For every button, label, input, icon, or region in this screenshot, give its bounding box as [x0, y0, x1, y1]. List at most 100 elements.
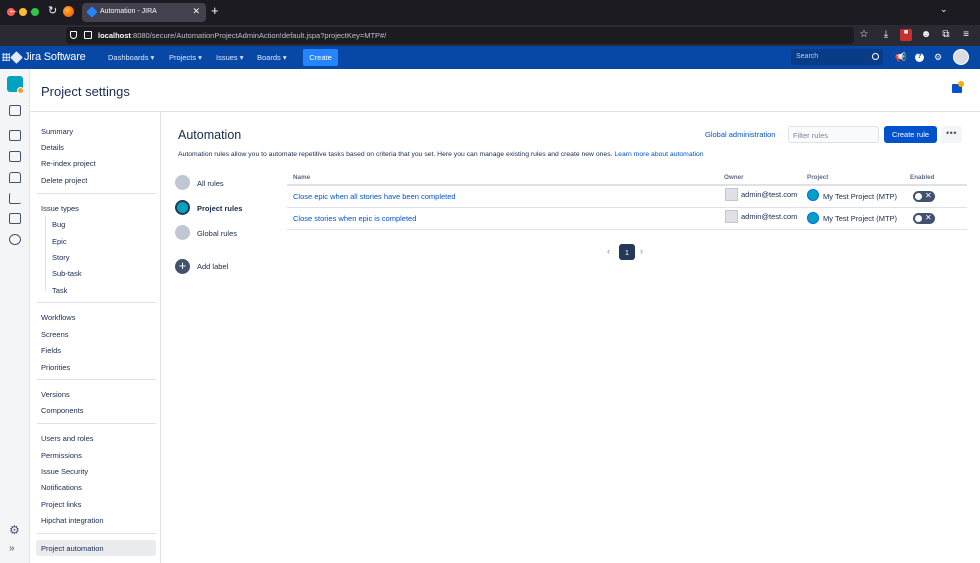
sidebar-divider: [37, 533, 156, 534]
menu-dashboards[interactable]: Dashboards ▾: [108, 53, 154, 62]
minimize-window-button[interactable]: [19, 8, 27, 16]
pagination-prev-icon[interactable]: ‹: [607, 246, 610, 256]
jira-logo-icon[interactable]: [10, 51, 23, 64]
sidebar-item-reindex[interactable]: Re-index project: [41, 159, 96, 168]
firefox-icon[interactable]: [63, 6, 74, 17]
user-avatar[interactable]: [953, 49, 969, 65]
sidebar-item-issue-security[interactable]: Issue Security: [41, 467, 88, 476]
settings-gear-icon[interactable]: ⚙: [934, 52, 942, 63]
app-switcher-icon[interactable]: [2, 53, 10, 61]
tracking-shield-icon[interactable]: [70, 31, 77, 39]
column-header-owner[interactable]: Owner: [724, 174, 744, 181]
sidebar-item-story[interactable]: Story: [52, 253, 70, 262]
category-global-rules[interactable]: Global rules: [197, 229, 237, 238]
automation-title: Automation: [178, 128, 242, 142]
url-bar[interactable]: localhost:8080/secure/AutomationProjectA…: [66, 27, 854, 44]
menu-boards[interactable]: Boards ▾: [257, 53, 287, 62]
rule-enabled-toggle[interactable]: ✕: [913, 191, 935, 202]
create-rule-button[interactable]: Create rule: [884, 126, 937, 143]
sidebar-item-hipchat[interactable]: Hipchat integration: [41, 516, 104, 525]
sidebar-item-project-automation[interactable]: Project automation: [41, 544, 104, 553]
search-icon[interactable]: [872, 53, 879, 60]
pagination-page-current[interactable]: 1: [619, 244, 635, 260]
menu-projects[interactable]: Projects ▾: [169, 53, 202, 62]
sidebar-item-delete-project[interactable]: Delete project: [41, 176, 87, 185]
tab-list-chevron-icon[interactable]: ⌄: [940, 4, 948, 15]
toggle-off-icon: ✕: [925, 191, 932, 200]
jira-favicon-icon: [86, 6, 98, 18]
all-rules-icon: [175, 175, 190, 190]
learn-more-link[interactable]: Learn more about automation: [614, 151, 703, 158]
rule-name-link[interactable]: Close epic when all stories have been co…: [293, 192, 456, 201]
sidebar-item-priorities[interactable]: Priorities: [41, 363, 70, 372]
project-avatar-small: [807, 212, 819, 224]
jira-brand[interactable]: Jira Software: [24, 51, 86, 63]
rule-enabled-toggle[interactable]: ✕: [913, 213, 935, 224]
column-header-project[interactable]: Project: [807, 174, 828, 181]
column-header-enabled[interactable]: Enabled: [910, 174, 935, 181]
reload-icon[interactable]: ↻: [48, 4, 57, 17]
sidebar-item-epic[interactable]: Epic: [52, 237, 67, 246]
menu-issues[interactable]: Issues ▾: [216, 53, 244, 62]
bookmark-star-icon[interactable]: ☆: [858, 29, 870, 41]
feedback-badge: [958, 81, 964, 87]
browser-tab[interactable]: Automation - JIRA ✕: [82, 3, 206, 22]
page-header: [30, 69, 980, 112]
sidebar-item-task[interactable]: Task: [52, 286, 67, 295]
pagination-next-icon[interactable]: ›: [640, 246, 643, 256]
global-administration-link[interactable]: Global administration: [705, 130, 775, 139]
page-info-icon[interactable]: [84, 31, 92, 39]
extension-icon[interactable]: ■: [900, 29, 912, 41]
column-header-name[interactable]: Name: [293, 174, 310, 181]
forward-arrow-icon[interactable]: →: [28, 4, 39, 16]
sidebar-item-permissions[interactable]: Permissions: [41, 451, 82, 460]
rule-name-link[interactable]: Close stories when epic is completed: [293, 214, 416, 223]
category-project-rules[interactable]: Project rules: [197, 204, 242, 213]
tab-title: Automation - JIRA: [100, 8, 157, 15]
extensions-puzzle-icon[interactable]: ⧉: [940, 29, 952, 41]
releases-icon[interactable]: [9, 172, 21, 183]
sidebar-item-workflows[interactable]: Workflows: [41, 313, 75, 322]
sidebar-item-project-links[interactable]: Project links: [41, 500, 81, 509]
components-icon[interactable]: [9, 213, 21, 224]
sidebar-item-summary[interactable]: Summary: [41, 127, 73, 136]
notifications-megaphone-icon[interactable]: 📢: [895, 52, 906, 63]
filter-rules-input[interactable]: Filter rules: [788, 126, 879, 143]
project-avatar-small: [807, 189, 819, 201]
downloads-icon[interactable]: ⤓: [880, 29, 892, 41]
back-arrow-icon[interactable]: ←: [8, 4, 19, 16]
sidebar-item-fields[interactable]: Fields: [41, 346, 61, 355]
sidebar-item-bug[interactable]: Bug: [52, 220, 65, 229]
sidebar-item-users-roles[interactable]: Users and roles: [41, 434, 94, 443]
extension-face-icon[interactable]: ☻: [920, 29, 932, 41]
add-label-plus-icon[interactable]: +: [175, 259, 190, 274]
sidebar-item-notifications[interactable]: Notifications: [41, 483, 82, 492]
help-icon[interactable]: ?: [915, 53, 924, 62]
url-host: localhost: [98, 31, 131, 40]
sidebar-item-components[interactable]: Components: [41, 406, 84, 415]
new-tab-button[interactable]: +: [211, 3, 219, 18]
hamburger-menu-icon[interactable]: ≡: [960, 29, 972, 41]
more-actions-button[interactable]: •••: [941, 126, 962, 143]
category-all-rules[interactable]: All rules: [197, 179, 224, 188]
description-text: Automation rules allow you to automate r…: [178, 151, 613, 158]
table-header-border: [287, 184, 967, 186]
backlog-icon[interactable]: [9, 105, 21, 116]
issues-icon[interactable]: [9, 130, 21, 141]
sidebar-item-issue-types[interactable]: Issue types: [41, 204, 79, 213]
sidebar-item-screens[interactable]: Screens: [41, 330, 69, 339]
close-tab-icon[interactable]: ✕: [192, 6, 200, 17]
create-issue-button[interactable]: Create: [303, 49, 338, 66]
toggle-off-icon: ✕: [925, 213, 932, 222]
expand-sidebar-icon[interactable]: »: [9, 543, 15, 554]
sidebar-item-subtask[interactable]: Sub-task: [52, 269, 82, 278]
search-input[interactable]: Search: [791, 49, 883, 65]
board-icon[interactable]: [9, 151, 21, 162]
sidebar-divider: [37, 423, 156, 424]
sidebar-item-versions[interactable]: Versions: [41, 390, 70, 399]
reports-icon[interactable]: [9, 193, 21, 204]
project-settings-gear-icon[interactable]: ⚙: [9, 523, 20, 537]
add-label-button[interactable]: Add label: [197, 262, 228, 271]
add-ons-icon[interactable]: [9, 234, 21, 245]
sidebar-item-details[interactable]: Details: [41, 143, 64, 152]
